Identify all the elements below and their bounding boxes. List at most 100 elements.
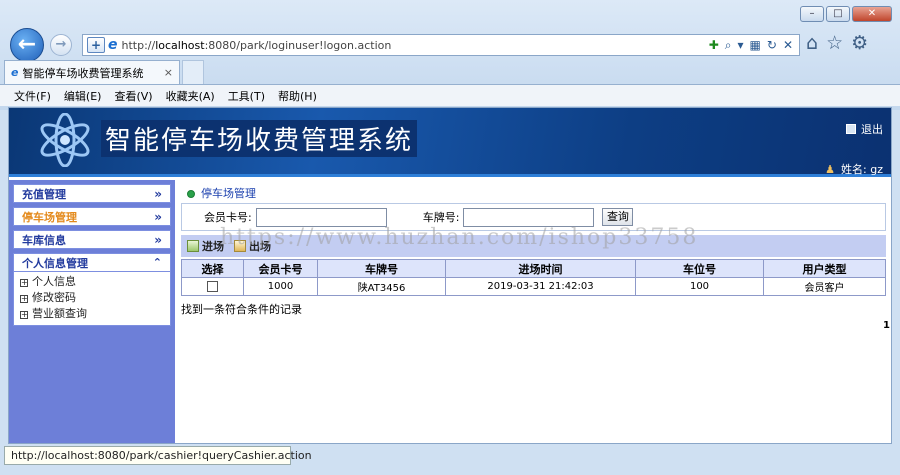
arrow-right-icon: → (55, 37, 67, 52)
sidebar-item-personal[interactable]: 个人信息管理 ⌃ (13, 253, 171, 272)
table-row: 1000 陕AT3456 2019-03-31 21:42:03 100 会员客… (181, 277, 886, 296)
settings-gear-icon[interactable]: ⚙ (851, 32, 868, 54)
double-chevron-up-icon: ⌃ (152, 256, 162, 269)
arrow-left-icon: ← (17, 32, 37, 57)
menu-help[interactable]: 帮助(H) (278, 88, 317, 104)
sidebar-submenu: + 个人信息 + 修改密码 + 营业额查询 (13, 272, 171, 326)
expand-box-icon: + (20, 294, 28, 303)
enter-icon (187, 240, 199, 252)
address-bar[interactable]: + e http://localhost:8080/park/loginuser… (82, 34, 800, 56)
double-chevron-right-icon: » (154, 232, 162, 247)
stop-icon[interactable]: ✕ (783, 38, 793, 52)
breadcrumb: 停车场管理 (187, 185, 256, 201)
refresh-icon[interactable]: ↻ (767, 38, 777, 52)
col-card-number: 会员卡号 (243, 259, 318, 278)
col-user-type: 用户类型 (763, 259, 886, 278)
breadcrumb-label: 停车场管理 (201, 187, 256, 200)
double-chevron-right-icon: » (154, 209, 162, 224)
logout-icon (846, 124, 856, 134)
col-select: 选择 (181, 259, 244, 278)
plate-number-input[interactable] (463, 207, 595, 227)
enter-button[interactable]: 进场 (187, 238, 224, 254)
address-tools: ✚ ⌕ ▾ ▦ ↻ ✕ (709, 38, 793, 53)
card-number-input[interactable] (255, 207, 387, 227)
sidebar-item-label: 充值管理 (22, 187, 66, 201)
plate-number-label: 车牌号: (422, 211, 460, 224)
submenu-label: 个人信息 (32, 275, 76, 288)
expand-box-icon: + (20, 310, 28, 319)
url-host: localhost (155, 38, 205, 52)
url-path: :8080/park/loginuser!logon.action (204, 38, 392, 52)
cell-slot: 100 (635, 277, 764, 296)
submenu-change-password[interactable]: + 修改密码 (20, 290, 164, 306)
user-info: ♟ 姓名: gz (825, 161, 883, 177)
system-title: 智能停车场收费管理系统 (101, 120, 418, 157)
menu-file[interactable]: 文件(F) (14, 88, 51, 104)
sidebar-item-label: 个人信息管理 (22, 256, 88, 270)
sidebar-item-garage[interactable]: 车库信息 » (13, 230, 171, 249)
submenu-revenue-query[interactable]: + 营业额查询 (20, 306, 164, 322)
menu-tools[interactable]: 工具(T) (228, 88, 265, 104)
back-button[interactable]: ← (10, 28, 44, 62)
parking-table: 选择 会员卡号 车牌号 进场时间 车位号 用户类型 1000 陕AT3456 2… (181, 259, 886, 296)
col-entry-time: 进场时间 (445, 259, 636, 278)
search-icon[interactable]: ⌕ (725, 38, 732, 53)
header-banner: 智能停车场收费管理系统 退出 ♟ 姓名: gz (9, 108, 891, 177)
user-icon: ♟ (825, 163, 836, 176)
close-window-button[interactable]: ✕ (852, 6, 892, 22)
atom-logo-icon (40, 113, 90, 167)
favorites-star-icon[interactable]: ☆ (826, 32, 843, 54)
page-number[interactable]: 1 (883, 320, 890, 331)
sidebar-item-parking[interactable]: 停车场管理 » (13, 207, 171, 226)
menu-bar: 文件(F) 编辑(E) 查看(V) 收藏夹(A) 工具(T) 帮助(H) (0, 84, 900, 106)
query-button[interactable]: 查询 (602, 208, 634, 226)
logout-label: 退出 (861, 123, 883, 136)
ie-page-icon: e (108, 37, 118, 53)
cell-time: 2019-03-31 21:42:03 (445, 277, 636, 296)
result-count: 找到一条符合条件的记录 (181, 303, 302, 316)
home-icon[interactable]: ⌂ (806, 32, 818, 54)
double-chevron-right-icon: » (154, 186, 162, 201)
tab-title: 智能停车场收费管理系统 (22, 66, 144, 80)
cell-card: 1000 (243, 277, 318, 296)
logout-link[interactable]: 退出 (846, 121, 883, 137)
user-name: 姓名: gz (841, 163, 883, 176)
menu-edit[interactable]: 编辑(E) (64, 88, 102, 104)
new-tab-button[interactable] (182, 60, 204, 84)
table-header-row: 选择 会员卡号 车牌号 进场时间 车位号 用户类型 (181, 259, 886, 278)
col-slot: 车位号 (635, 259, 764, 278)
dropdown-icon[interactable]: ▾ (738, 38, 744, 52)
sidebar-item-recharge[interactable]: 充值管理 » (13, 184, 171, 203)
ie-tab-icon: e (11, 66, 19, 79)
maximize-button[interactable]: □ (826, 6, 850, 22)
cell-type: 会员客户 (763, 277, 886, 296)
page-content: 智能停车场收费管理系统 退出 ♟ 姓名: gz 充值管理 » 停车场管理 » 车库信息… (8, 107, 892, 444)
breadcrumb-dot-icon (187, 190, 195, 198)
add-favorite-icon[interactable]: + (87, 37, 105, 53)
sidebar-item-label: 车库信息 (22, 233, 66, 247)
status-bar-url: http://localhost:8080/park/cashier!query… (4, 446, 312, 465)
cell-select (181, 277, 244, 296)
menu-favorites[interactable]: 收藏夹(A) (166, 88, 215, 104)
tab-close-icon[interactable]: × (164, 66, 173, 79)
window-controls: – □ ✕ (800, 6, 892, 22)
compatibility-icon[interactable]: ✚ (709, 38, 719, 52)
submenu-profile[interactable]: + 个人信息 (20, 274, 164, 290)
browser-chrome: – □ ✕ ← → + e http://localhost:8080/park… (0, 0, 900, 110)
menu-view[interactable]: 查看(V) (114, 88, 152, 104)
browser-right-icons: ⌂ ☆ ⚙ (806, 32, 868, 54)
url-prefix: http:// (121, 38, 156, 52)
watermark: https://www.huzhan.com/ishop33758 (220, 225, 699, 250)
row-checkbox[interactable] (207, 280, 218, 292)
browser-tab[interactable]: e 智能停车场收费管理系统 × (4, 60, 180, 84)
col-plate: 车牌号 (317, 259, 446, 278)
rss-icon[interactable]: ▦ (750, 38, 761, 52)
expand-box-icon: + (20, 278, 28, 287)
main-panel: 停车场管理 会员卡号: 车牌号: 查询 进场 出场 选择 会员卡号 车牌号 进场… (175, 180, 891, 443)
minimize-button[interactable]: – (800, 6, 824, 22)
cell-plate: 陕AT3456 (317, 277, 446, 296)
submenu-label: 修改密码 (32, 291, 76, 304)
card-number-label: 会员卡号: (204, 211, 252, 224)
forward-button[interactable]: → (50, 34, 72, 56)
address-url[interactable]: http://localhost:8080/park/loginuser!log… (122, 39, 709, 52)
